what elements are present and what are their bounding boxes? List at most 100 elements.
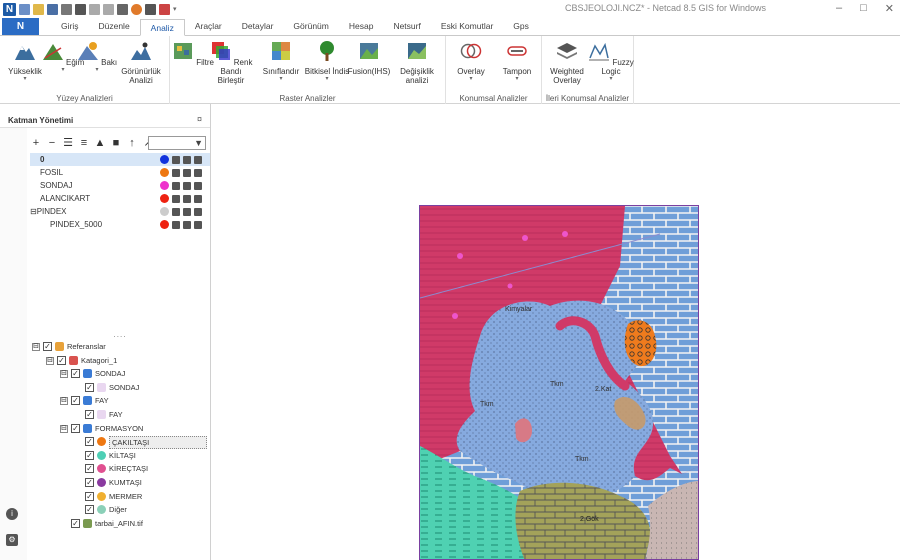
checkbox[interactable]: ✓ (71, 396, 80, 406)
sondaj-point[interactable] (507, 283, 513, 289)
print-icon[interactable] (194, 155, 202, 164)
print-icon[interactable] (194, 168, 202, 177)
layer-list-icon[interactable]: ≡ (78, 137, 90, 149)
panel-splitter[interactable]: .... (30, 330, 210, 340)
layer-search-input[interactable]: ▼ (148, 136, 206, 150)
gorunurluk-analizi-button[interactable]: Görünürlük Analizi (116, 40, 166, 85)
layout-icon[interactable] (117, 3, 128, 15)
tab-analiz[interactable]: Analiz (139, 19, 185, 36)
visibility-icon[interactable] (172, 194, 180, 203)
new-file-icon[interactable] (19, 3, 30, 15)
degisiklik-analizi-button[interactable]: Değişiklik analizi (392, 40, 442, 85)
tree-item[interactable]: ✓ SONDAJ (30, 381, 210, 395)
move-up-icon[interactable]: ↑ (126, 137, 138, 149)
tab-detaylar[interactable]: Detaylar (232, 18, 284, 35)
grid-icon[interactable] (159, 3, 170, 15)
print-icon[interactable] (194, 220, 202, 229)
save-icon[interactable] (47, 3, 58, 15)
panel-divider[interactable] (210, 104, 211, 560)
tree-item[interactable]: ✓ MERMER (30, 490, 210, 504)
info-icon[interactable] (131, 3, 142, 15)
checkbox[interactable]: ✓ (85, 437, 94, 447)
tree-item[interactable]: ✓ tarbai_AFIN.tif (30, 517, 210, 531)
customize-chevron-down-icon[interactable]: ▾ (173, 5, 177, 13)
add-layer-icon[interactable]: + (30, 137, 42, 149)
info-icon[interactable]: i (6, 508, 18, 520)
tab-eski-komutlar[interactable]: Eski Komutlar (431, 18, 503, 35)
tree-item[interactable]: ⊟ ✓ FORMASYON (30, 422, 210, 436)
checkbox[interactable]: ✓ (85, 464, 94, 474)
app-logo-icon[interactable]: N (3, 2, 16, 16)
visibility-icon[interactable] (172, 181, 180, 190)
visibility-icon[interactable] (172, 155, 180, 164)
pin-icon[interactable]: ¤ (197, 114, 202, 124)
redo-icon[interactable] (103, 3, 114, 15)
layer-color-icon[interactable] (160, 194, 169, 203)
layer-row[interactable]: ⊟PINDEX (30, 205, 210, 218)
map-view[interactable]: Kimyalar Tkm Tkm 2.Kat Tkm 2.Gök (419, 205, 699, 560)
lock-icon[interactable]: ▲ (94, 137, 106, 149)
tree-item[interactable]: ✓ KİLTAŞI (30, 449, 210, 463)
minimize-button[interactable]: – (836, 2, 842, 15)
checkbox[interactable]: ✓ (71, 518, 80, 528)
lock-icon[interactable] (183, 220, 191, 229)
tree-item[interactable]: ✓ Diğer (30, 503, 210, 517)
tab-giris[interactable]: Giriş (51, 18, 88, 35)
print-layer-icon[interactable]: ■ (110, 137, 122, 149)
remove-layer-icon[interactable]: − (46, 137, 58, 149)
collapse-icon[interactable]: ⊟ (60, 397, 68, 406)
layer-color-icon[interactable] (160, 168, 169, 177)
tree-item[interactable]: ✓ ÇAKILTAŞI (30, 435, 210, 450)
tab-duzenle[interactable]: Düzenle (88, 18, 139, 35)
print-icon[interactable] (194, 207, 202, 216)
collapse-icon[interactable]: ⊟ (32, 343, 40, 351)
lock-icon[interactable] (183, 207, 191, 216)
fusion-ihs-button[interactable]: Fusion(IHS) (346, 40, 392, 76)
fuzzy-logic-button[interactable]: Fuzzy Logic ▾ (588, 40, 634, 83)
layer-color-icon[interactable] (160, 220, 169, 229)
tree-item[interactable]: ⊟ ✓ FAY (30, 394, 210, 408)
checkbox[interactable]: ✓ (57, 355, 66, 365)
baki-button[interactable]: Bakı ▾ (74, 40, 120, 74)
layer-row[interactable]: PINDEX_5000 (30, 218, 210, 231)
print-icon[interactable] (194, 194, 202, 203)
visibility-icon[interactable] (172, 220, 180, 229)
tampon-button[interactable]: Tampon ▾ (494, 40, 540, 83)
lock-icon[interactable] (183, 194, 191, 203)
checkbox[interactable]: ✓ (85, 505, 94, 515)
layer-row[interactable]: SONDAJ (30, 179, 210, 192)
tree-item[interactable]: ⊟ ✓ Referanslar (30, 340, 210, 354)
layer-color-icon[interactable] (160, 155, 169, 164)
maximize-button[interactable]: □ (860, 2, 867, 15)
tree-item[interactable]: ⊟ ✓ SONDAJ (30, 367, 210, 381)
lock-icon[interactable] (183, 155, 191, 164)
layer-color-icon[interactable] (160, 207, 169, 216)
tab-hesap[interactable]: Hesap (339, 18, 384, 35)
lock-icon[interactable] (183, 168, 191, 177)
checkbox[interactable]: ✓ (85, 409, 94, 419)
collapse-icon[interactable]: ⊟ (60, 370, 68, 379)
checkbox[interactable]: ✓ (85, 382, 94, 392)
sondaj-point[interactable] (562, 231, 568, 237)
tree-item[interactable]: ⊟ ✓ Katagori_1 (30, 354, 210, 368)
checkbox[interactable]: ✓ (71, 423, 80, 433)
open-folder-icon[interactable] (33, 3, 44, 15)
print-icon[interactable] (61, 3, 72, 15)
tree-item[interactable]: ✓ KİREÇTAŞI (30, 462, 210, 476)
filter-icon[interactable]: ▼ (194, 138, 203, 148)
sondaj-point[interactable] (457, 253, 463, 259)
lock-icon[interactable] (183, 181, 191, 190)
checkbox[interactable]: ✓ (85, 491, 94, 501)
cut-icon[interactable] (75, 3, 86, 15)
undo-icon[interactable] (89, 3, 100, 15)
tree-item[interactable]: ✓ FAY (30, 408, 210, 422)
file-menu-button[interactable]: N (2, 18, 39, 35)
overlay-button[interactable]: Overlay ▾ (448, 40, 494, 83)
print-icon[interactable] (194, 181, 202, 190)
layer-color-icon[interactable] (160, 181, 169, 190)
weighted-overlay-button[interactable]: Weighted Overlay (544, 40, 590, 85)
tree-item[interactable]: ✓ KUMTAŞI (30, 476, 210, 490)
visibility-icon[interactable] (172, 168, 180, 177)
layer-row[interactable]: 0 (30, 153, 210, 166)
tab-gorunum[interactable]: Görünüm (283, 18, 338, 35)
